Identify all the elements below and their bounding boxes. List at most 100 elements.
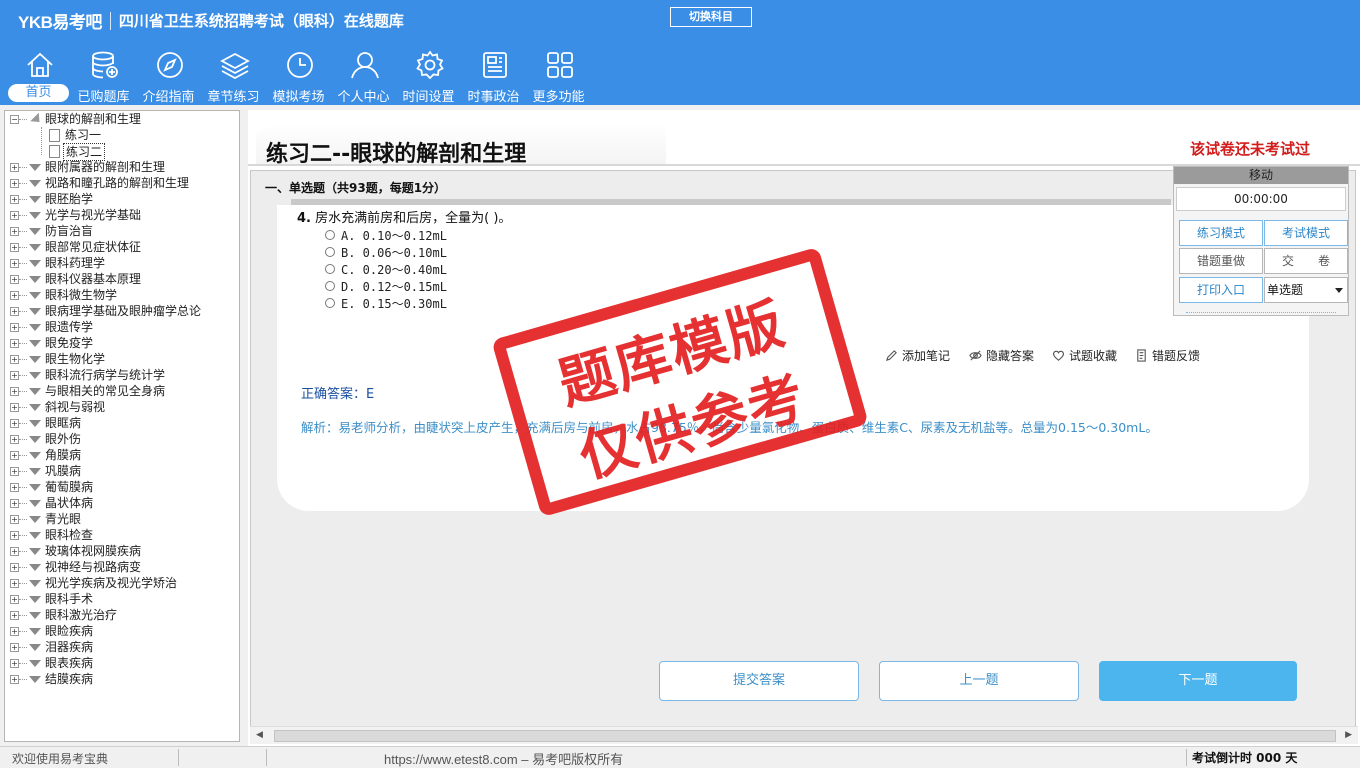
tree-node-chapter[interactable]: + 巩膜病 [5,463,239,479]
expand-icon[interactable]: + [10,403,19,412]
tree-node-chapter[interactable]: + 光学与视光学基础 [5,207,239,223]
expand-icon[interactable]: + [10,627,19,636]
option-d[interactable]: D. 0.12～0.15mL [325,278,447,294]
radio-button[interactable] [325,281,335,291]
tree-node-chapter[interactable]: + 视神经与视路病变 [5,559,239,575]
tree-node-chapter[interactable]: + 斜视与弱视 [5,399,239,415]
favorite-button[interactable]: 试题收藏 [1052,347,1117,364]
expand-icon[interactable]: + [10,659,19,668]
expand-icon[interactable]: + [10,211,19,220]
expand-icon[interactable]: + [10,195,19,204]
expand-icon[interactable]: + [10,275,19,284]
tree-node-chapter[interactable]: + 眼胚胎学 [5,191,239,207]
practice-mode-button[interactable]: 练习模式 [1179,220,1263,246]
scrollbar-thumb[interactable] [274,730,1336,742]
expand-icon[interactable]: + [10,499,19,508]
tree-node-chapter[interactable]: + 眼科微生物学 [5,287,239,303]
expand-icon[interactable]: + [10,515,19,524]
option-e[interactable]: E. 0.15～0.30mL [325,295,447,311]
expand-icon[interactable]: + [10,371,19,380]
tree-node-chapter[interactable]: + 眼科流行病学与统计学 [5,367,239,383]
collapse-icon[interactable]: − [10,115,19,124]
expand-icon[interactable]: + [10,355,19,364]
tree-node-chapter[interactable]: + 视路和瞳孔路的解剖和生理 [5,175,239,191]
expand-icon[interactable]: + [10,467,19,476]
tree-node-chapter[interactable]: + 角膜病 [5,447,239,463]
submit-paper-button[interactable]: 交 卷 [1264,248,1348,274]
expand-icon[interactable]: + [10,531,19,540]
tree-node-chapter[interactable]: + 眼科药理学 [5,255,239,271]
panel-drag-handle[interactable]: 移动 [1174,167,1348,184]
next-question-button[interactable]: 下一题 [1099,661,1297,701]
tree-node-chapter[interactable]: + 眼眶病 [5,415,239,431]
expand-icon[interactable]: + [10,179,19,188]
horizontal-scrollbar[interactable]: ◀ ▶ [250,726,1358,744]
tree-node-chapter[interactable]: + 防盲治盲 [5,223,239,239]
tree-node-chapter[interactable]: + 晶状体病 [5,495,239,511]
tree-node-chapter[interactable]: + 玻璃体视网膜疾病 [5,543,239,559]
tree-node-chapter[interactable]: + 眼科手术 [5,591,239,607]
switch-subject-button[interactable]: 切换科目 [670,7,752,27]
tree-node-chapter[interactable]: + 葡萄膜病 [5,479,239,495]
nav-home[interactable]: 首页 [6,48,71,104]
tree-node-chapter[interactable]: + 眼部常见症状体征 [5,239,239,255]
radio-button[interactable] [325,247,335,257]
question-type-select[interactable]: 单选题 [1264,277,1348,303]
expand-icon[interactable]: + [10,643,19,652]
tree-leaf-exercise-2[interactable]: 练习二 [5,143,239,161]
radio-button[interactable] [325,264,335,274]
tree-leaf-exercise-1[interactable]: 练习一 [5,127,239,143]
nav-chapter-practice[interactable]: 章节练习 [201,48,266,105]
scroll-left-icon[interactable]: ◀ [256,730,263,740]
expand-icon[interactable]: + [10,227,19,236]
radio-button[interactable] [325,230,335,240]
nav-purchased[interactable]: 已购题库 [71,48,136,105]
option-c[interactable]: C. 0.20～0.40mL [325,261,447,277]
expand-icon[interactable]: + [10,307,19,316]
tree-node-chapter[interactable]: + 青光眼 [5,511,239,527]
tree-node-chapter[interactable]: + 眼科检查 [5,527,239,543]
previous-question-button[interactable]: 上一题 [879,661,1079,701]
exam-mode-button[interactable]: 考试模式 [1264,220,1348,246]
expand-icon[interactable]: + [10,163,19,172]
expand-icon[interactable]: + [10,339,19,348]
option-a[interactable]: A. 0.10～0.12mL [325,227,447,243]
hide-answer-button[interactable]: 隐藏答案 [969,347,1034,364]
tree-node-chapter[interactable]: + 眼科仪器基本原理 [5,271,239,287]
expand-icon[interactable]: + [10,547,19,556]
expand-icon[interactable]: + [10,291,19,300]
tree-node-chapter[interactable]: + 眼表疾病 [5,655,239,671]
expand-icon[interactable]: + [10,451,19,460]
tree-node-chapter[interactable]: + 结膜疾病 [5,671,239,687]
nav-mock-exam[interactable]: 模拟考场 [266,48,331,105]
nav-personal-center[interactable]: 个人中心 [331,48,396,105]
expand-icon[interactable]: + [10,483,19,492]
tree-node-root[interactable]: − 眼球的解剖和生理 [5,111,239,127]
tree-node-chapter[interactable]: + 眼科激光治疗 [5,607,239,623]
tree-node-chapter[interactable]: + 眼附属器的解剖和生理 [5,159,239,175]
expand-icon[interactable]: + [10,419,19,428]
expand-icon[interactable]: + [10,563,19,572]
expand-icon[interactable]: + [10,675,19,684]
site-logo[interactable]: YKB易考吧 [18,8,102,33]
nav-current-affairs[interactable]: 时事政治 [461,48,526,105]
tree-node-chapter[interactable]: + 眼免疫学 [5,335,239,351]
tree-node-chapter[interactable]: + 眼生物化学 [5,351,239,367]
tree-node-chapter[interactable]: + 视光学疾病及视光学矫治 [5,575,239,591]
tree-node-chapter[interactable]: + 眼遗传学 [5,319,239,335]
nav-guide[interactable]: 介绍指南 [136,48,201,105]
tree-node-chapter[interactable]: + 泪器疾病 [5,639,239,655]
expand-icon[interactable]: + [10,611,19,620]
error-feedback-button[interactable]: 错题反馈 [1135,347,1200,364]
tree-node-chapter[interactable]: + 眼病理学基础及眼肿瘤学总论 [5,303,239,319]
expand-icon[interactable]: + [10,579,19,588]
expand-icon[interactable]: + [10,435,19,444]
tree-node-chapter[interactable]: + 眼外伤 [5,431,239,447]
tree-node-chapter[interactable]: + 与眼相关的常见全身病 [5,383,239,399]
expand-icon[interactable]: + [10,323,19,332]
nav-more-functions[interactable]: 更多功能 [526,48,591,105]
add-note-button[interactable]: 添加笔记 [885,347,950,364]
expand-icon[interactable]: + [10,259,19,268]
expand-icon[interactable]: + [10,243,19,252]
scroll-right-icon[interactable]: ▶ [1345,730,1352,740]
